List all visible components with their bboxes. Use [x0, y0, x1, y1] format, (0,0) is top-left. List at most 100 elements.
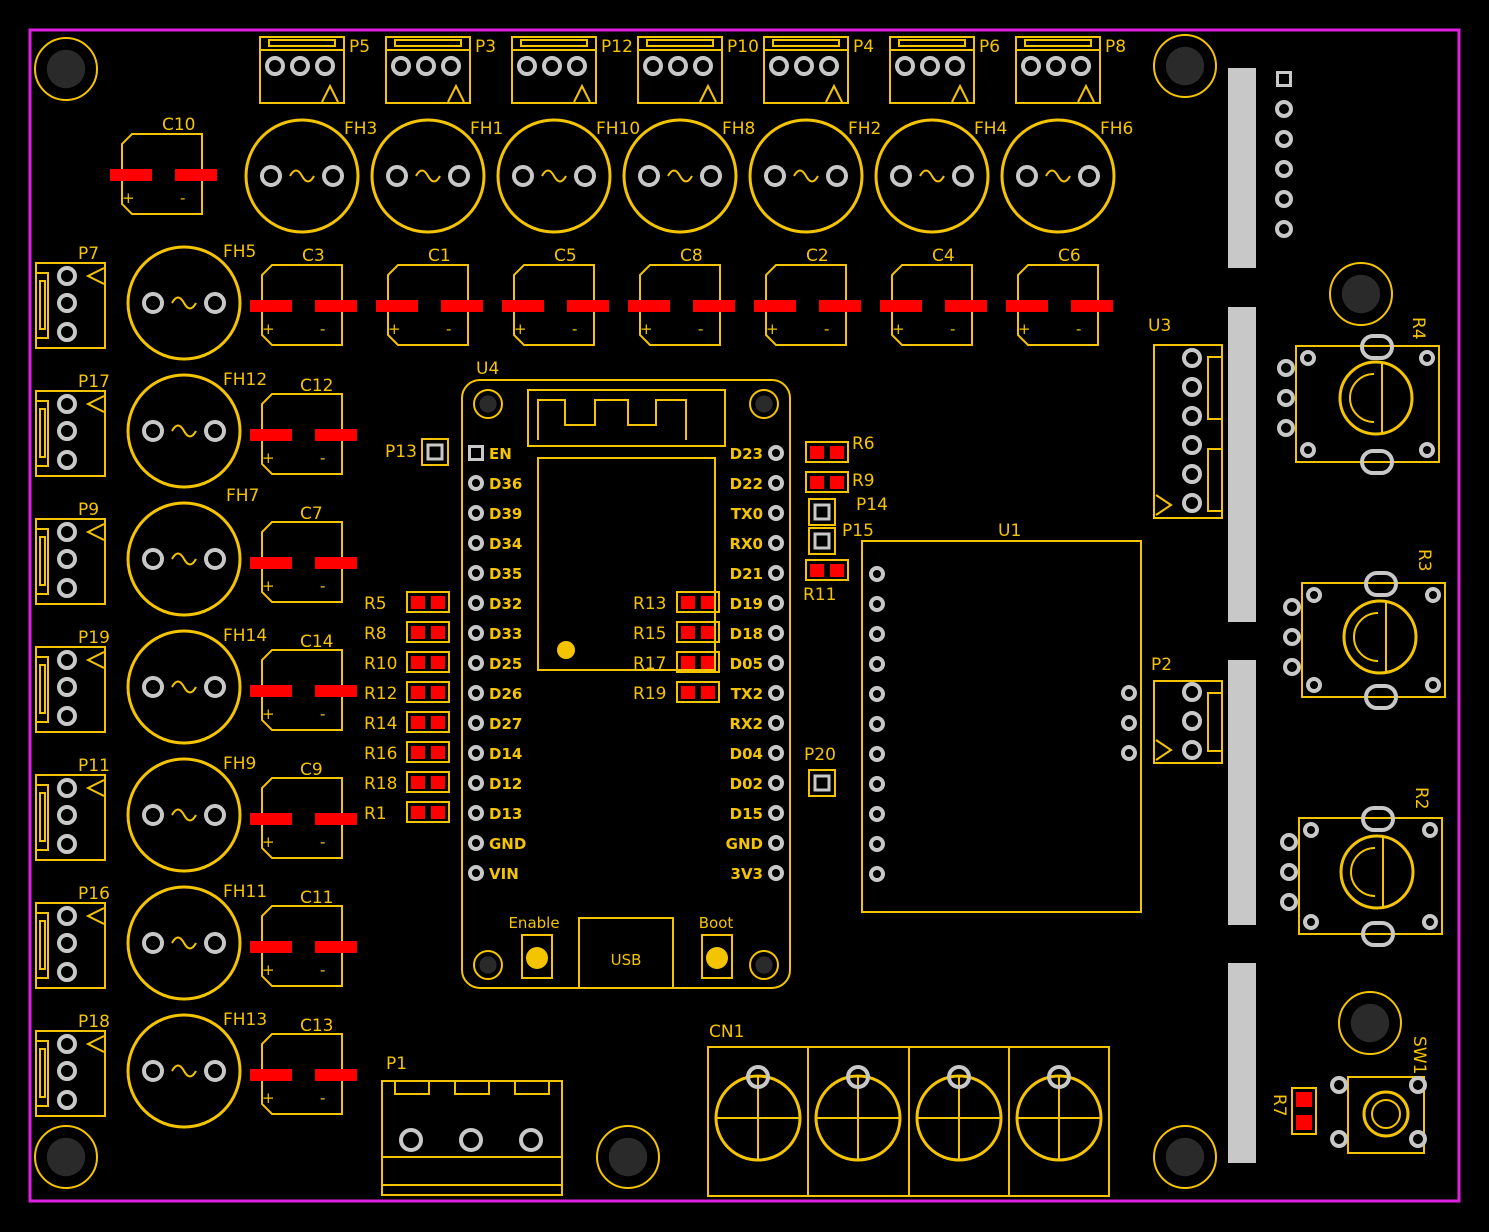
- cap-label: C6: [1058, 246, 1081, 266]
- cap-label: C2: [806, 246, 829, 266]
- smd-pad: [315, 300, 357, 312]
- resistor-label: R5: [364, 594, 387, 614]
- polarity-minus: -: [320, 320, 325, 338]
- polarity-plus: +: [514, 320, 527, 338]
- pin-label: D34: [489, 535, 522, 553]
- smd-pad: [431, 686, 445, 699]
- polarity-plus: +: [766, 320, 779, 338]
- terminal-label: P11: [78, 756, 110, 776]
- polarity-minus: -: [320, 705, 325, 723]
- smd-pad: [431, 656, 445, 669]
- enable-label: Enable: [508, 914, 559, 932]
- terminal-label: P18: [78, 1012, 110, 1032]
- smd-pad: [701, 686, 715, 699]
- mount-hole: [1165, 1137, 1205, 1177]
- terminal-label: P17: [78, 372, 110, 392]
- header-block: [1228, 963, 1256, 1163]
- pin-label: D23: [730, 445, 763, 463]
- polarity-minus: -: [320, 449, 325, 467]
- mount-hole: [46, 49, 86, 89]
- polarity-plus: +: [640, 320, 653, 338]
- resistor-label: R12: [364, 684, 397, 704]
- smd-pad: [250, 1069, 292, 1081]
- smd-pad: [315, 1069, 357, 1081]
- resistor-label: R18: [364, 774, 397, 794]
- resistor-label: R15: [633, 624, 666, 644]
- testpoint-label: P15: [842, 521, 874, 541]
- smd-pad: [502, 300, 544, 312]
- smd-pad: [1296, 1092, 1312, 1107]
- pin-label: D36: [489, 475, 522, 493]
- smd-pad: [701, 626, 715, 639]
- polarity-minus: -: [180, 189, 185, 207]
- smd-pad: [250, 941, 292, 953]
- smd-pad: [411, 686, 425, 699]
- mount-hole: [1165, 46, 1205, 86]
- fuse-label: FH8: [722, 119, 755, 139]
- smd-pad: [754, 300, 796, 312]
- polarity-minus: -: [572, 320, 577, 338]
- smd-pad: [411, 656, 425, 669]
- pin-label: D04: [730, 745, 763, 763]
- smd-pad: [315, 941, 357, 953]
- pin-label: EN: [489, 445, 512, 463]
- pin-label: D13: [489, 805, 522, 823]
- fuse-label: FH12: [223, 370, 267, 390]
- pin-label: D22: [730, 475, 763, 493]
- terminal-label: P9: [78, 500, 99, 520]
- smd-pad: [411, 626, 425, 639]
- smd-pad: [315, 557, 357, 569]
- polarity-plus: +: [122, 189, 135, 207]
- mount-hole: [46, 1137, 86, 1177]
- fuse-label: FH7: [226, 486, 259, 506]
- polarity-minus: -: [320, 961, 325, 979]
- pin-label: TX2: [731, 685, 763, 703]
- pin-label: RX0: [729, 535, 763, 553]
- cap-label: C8: [680, 246, 703, 266]
- terminal-label: P19: [78, 628, 110, 648]
- connector-label: U3: [1148, 316, 1171, 336]
- smd-pad: [1071, 300, 1113, 312]
- fuse-label: FH14: [223, 626, 267, 646]
- smd-pad: [411, 716, 425, 729]
- polarity-plus: +: [388, 320, 401, 338]
- terminal-label: P3: [475, 37, 496, 57]
- pin-label: GND: [726, 835, 763, 853]
- smd-pad: [681, 656, 695, 669]
- pin-label: D02: [730, 775, 763, 793]
- pin-label: 3V3: [731, 865, 763, 883]
- connector-label: CN1: [709, 1022, 744, 1042]
- terminal-label: P10: [727, 37, 759, 57]
- fuse-label: FH5: [223, 242, 256, 262]
- smd-pad: [681, 686, 695, 699]
- polarity-minus: -: [1076, 320, 1081, 338]
- pot-label: R4: [1408, 317, 1428, 340]
- cap-label: C4: [932, 246, 955, 266]
- smd-pad: [693, 300, 735, 312]
- polarity-plus: +: [262, 577, 275, 595]
- smd-pad: [431, 716, 445, 729]
- fuse-label: FH4: [974, 119, 1007, 139]
- pin-label: D35: [489, 565, 522, 583]
- terminal-label: P7: [78, 244, 99, 264]
- resistor-label: R9: [852, 471, 875, 491]
- cap-label: C11: [300, 888, 334, 908]
- boot-button: [706, 947, 728, 969]
- fuse-label: FH10: [596, 119, 640, 139]
- smd-pad: [431, 776, 445, 789]
- mount-hole: [608, 1137, 648, 1177]
- smd-pad: [431, 626, 445, 639]
- cap-label: C12: [300, 376, 334, 396]
- polarity-plus: +: [1018, 320, 1031, 338]
- pin-label: D05: [730, 655, 763, 673]
- smd-pad: [701, 596, 715, 609]
- smd-pad: [830, 476, 844, 489]
- resistor-label: R8: [364, 624, 387, 644]
- polarity-plus: +: [262, 1089, 275, 1107]
- smd-pad: [411, 746, 425, 759]
- smd-pad: [250, 813, 292, 825]
- polarity-minus: -: [698, 320, 703, 338]
- header-block: [1228, 660, 1256, 925]
- mount-hole: [479, 956, 497, 974]
- smd-pad: [810, 446, 824, 459]
